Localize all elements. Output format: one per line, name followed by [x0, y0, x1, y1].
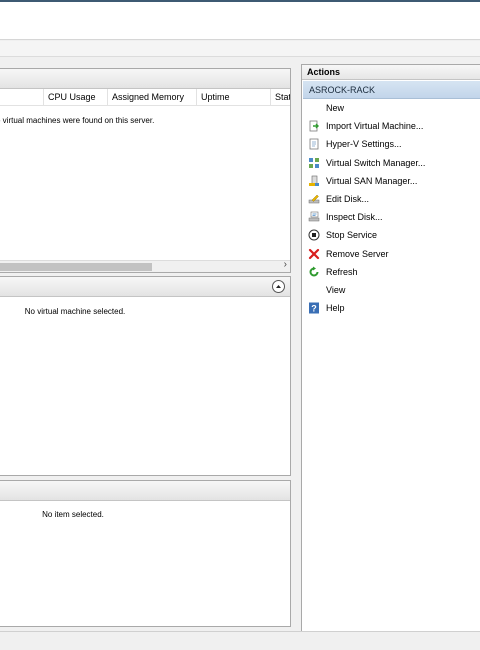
action-help[interactable]: ? Help: [302, 299, 480, 317]
edit-disk-icon: [308, 193, 320, 205]
column-assigned-memory[interactable]: Assigned Memory: [108, 89, 197, 106]
details-pane-header: [0, 481, 290, 501]
status-bar: [0, 631, 480, 650]
virtual-machines-pane-header: [0, 69, 290, 89]
import-icon: [308, 120, 320, 132]
no-vm-selected-message: No virtual machine selected.: [24, 307, 126, 316]
action-label: Inspect Disk...: [326, 212, 383, 223]
settings-icon: [308, 138, 320, 150]
toolbar: [0, 2, 480, 40]
horizontal-scrollbar[interactable]: ›: [0, 259, 290, 272]
action-virtual-switch-manager[interactable]: Virtual Switch Manager...: [302, 154, 480, 172]
svg-text:?: ?: [311, 304, 317, 314]
column-uptime[interactable]: Uptime: [197, 89, 271, 106]
actions-title: Actions: [302, 65, 480, 80]
san-icon: [308, 175, 320, 187]
action-label: Virtual Switch Manager...: [326, 157, 426, 168]
column-status[interactable]: Stat: [271, 89, 290, 106]
virtual-machines-pane: e CPU Usage Assigned Memory Uptime Stat …: [0, 68, 291, 273]
action-stop-service[interactable]: Stop Service: [302, 226, 480, 244]
action-edit-disk[interactable]: Edit Disk...: [302, 190, 480, 208]
action-label: View: [326, 284, 346, 295]
details-pane: No item selected.: [0, 480, 291, 627]
action-label: Refresh: [326, 266, 358, 277]
action-remove-server[interactable]: Remove Server: [302, 245, 480, 263]
action-label: Virtual SAN Manager...: [326, 175, 418, 186]
collapse-pane-icon[interactable]: [272, 280, 285, 293]
scroll-right-icon[interactable]: ›: [284, 259, 287, 270]
action-label: Help: [326, 303, 345, 314]
column-cpu-usage[interactable]: CPU Usage: [44, 89, 108, 106]
server-section-header[interactable]: ASROCK-RACK: [303, 81, 480, 99]
no-item-selected-message: No item selected.: [42, 510, 104, 519]
help-icon: ?: [308, 302, 320, 314]
action-list: New Import Virtual Machine... Hyper-V Se…: [302, 99, 480, 317]
column-name[interactable]: e: [0, 89, 44, 106]
action-label: New: [326, 103, 345, 113]
checkpoints-pane: No virtual machine selected.: [0, 276, 291, 476]
action-virtual-san-manager[interactable]: Virtual SAN Manager...: [302, 172, 480, 190]
action-label: Remove Server: [326, 248, 389, 259]
remove-icon: [308, 248, 320, 260]
checkpoints-pane-header: [0, 277, 290, 297]
empty-vm-list-message: o virtual machines were found on this se…: [0, 116, 155, 125]
scrollbar-thumb[interactable]: [0, 263, 152, 271]
navigation-bar: [0, 41, 480, 57]
action-refresh[interactable]: Refresh: [302, 263, 480, 281]
inspect-disk-icon: [308, 211, 320, 223]
action-label: Hyper-V Settings...: [326, 139, 402, 150]
switch-icon: [308, 157, 320, 169]
actions-pane: Actions ASROCK-RACK New Import Virtual M…: [301, 64, 480, 631]
action-new[interactable]: New: [302, 99, 480, 117]
refresh-icon: [308, 266, 320, 278]
action-hyperv-settings[interactable]: Hyper-V Settings...: [302, 135, 480, 153]
action-view[interactable]: View: [302, 281, 480, 299]
action-label: Stop Service: [326, 230, 378, 241]
action-import-virtual-machine[interactable]: Import Virtual Machine...: [302, 117, 480, 135]
vm-column-header: e CPU Usage Assigned Memory Uptime Stat: [0, 89, 290, 106]
stop-icon: [308, 229, 320, 241]
action-label: Import Virtual Machine...: [326, 121, 424, 132]
action-inspect-disk[interactable]: Inspect Disk...: [302, 208, 480, 226]
action-label: Edit Disk...: [326, 193, 370, 204]
